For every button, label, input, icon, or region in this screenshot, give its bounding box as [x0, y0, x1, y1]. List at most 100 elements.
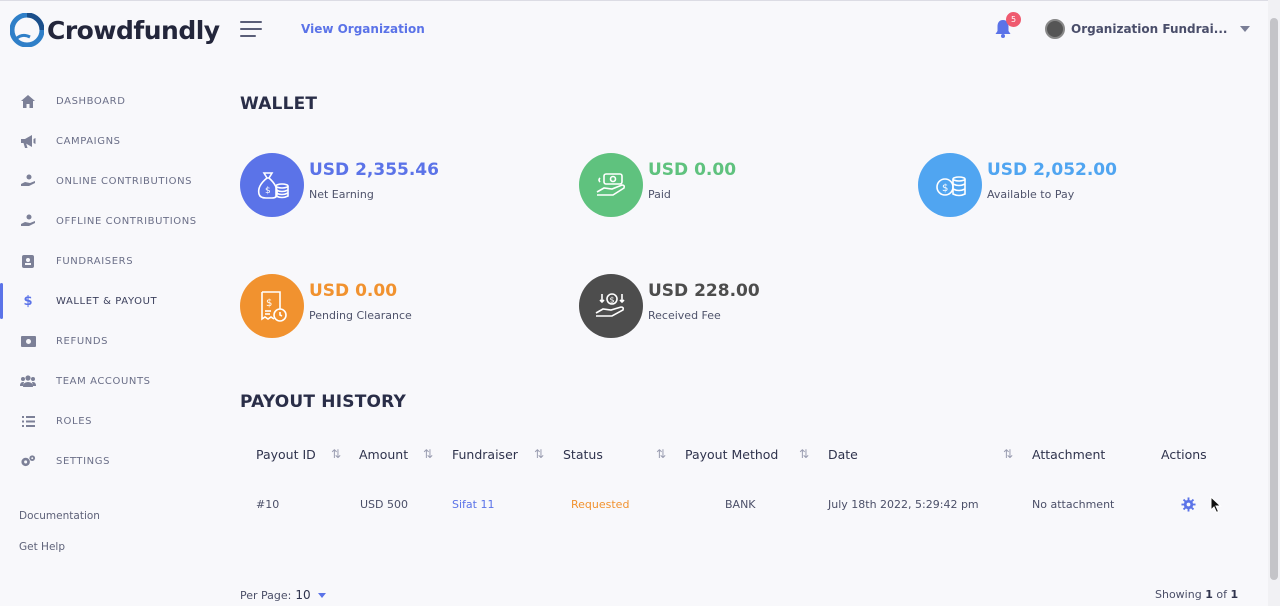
view-organization-link[interactable]: View Organization	[301, 22, 425, 36]
chevron-down-icon	[1240, 26, 1251, 32]
hand-coins-down-icon: $	[579, 274, 643, 338]
svg-text:$: $	[265, 186, 271, 196]
user-menu[interactable]: Organization Fundrai...	[1045, 19, 1251, 39]
cell-amount: USD 500	[360, 498, 408, 511]
sidebar-item-refunds[interactable]: REFUNDS	[0, 321, 222, 361]
sidebar-item-fundraisers[interactable]: FUNDRAISERS	[0, 241, 222, 281]
paid-value: USD 0.00	[648, 159, 737, 180]
svg-text:$: $	[610, 296, 615, 305]
pending-clearance-card: $ USD 0.00 Pending Clearance	[240, 274, 412, 338]
per-page-selector[interactable]: Per Page: 10	[240, 588, 326, 602]
gears-icon	[20, 453, 36, 469]
showing-total: 1	[1230, 588, 1239, 601]
cell-attachment: No attachment	[1032, 498, 1115, 511]
hand-money-icon	[579, 153, 643, 217]
sort-icon[interactable]: ⇅	[799, 447, 809, 461]
net-earning-card: $ USD 2,355.46 Net Earning	[240, 153, 439, 217]
column-header-fundraiser[interactable]: Fundraiser	[452, 447, 518, 462]
per-page-label: Per Page:	[240, 588, 292, 602]
hamburger-line	[240, 21, 262, 23]
per-page-value: 10	[295, 588, 311, 602]
sidebar-item-online-contributions[interactable]: ONLINE CONTRIBUTIONS	[0, 161, 222, 201]
sort-icon[interactable]: ⇅	[423, 447, 433, 461]
home-icon	[20, 93, 36, 109]
wallet-title: WALLET	[240, 94, 318, 114]
cell-fundraiser-link[interactable]: Sifat 11	[452, 498, 494, 511]
hand-coin-icon	[20, 213, 36, 229]
gear-icon[interactable]	[1181, 497, 1196, 512]
page-scrollbar[interactable]	[1268, 0, 1280, 606]
sidebar-item-label: CAMPAIGNS	[56, 135, 121, 147]
column-header-payout-id[interactable]: Payout ID	[256, 447, 316, 462]
cell-payout-method: BANK	[725, 498, 756, 511]
brand-logo[interactable]: Crowdfundly	[10, 13, 220, 47]
column-header-status[interactable]: Status	[563, 447, 603, 462]
mouse-cursor-icon	[1210, 496, 1222, 514]
received-fee-card: $ USD 228.00 Received Fee	[579, 274, 760, 338]
sort-icon[interactable]: ⇅	[1003, 447, 1013, 461]
sort-icon[interactable]: ⇅	[331, 447, 341, 461]
sidebar-item-wallet-payout[interactable]: $ WALLET & PAYOUT	[0, 281, 222, 321]
users-icon	[20, 373, 36, 389]
available-to-pay-label: Available to Pay	[987, 187, 1075, 201]
sidebar-item-label: OFFLINE CONTRIBUTIONS	[56, 215, 197, 227]
top-header: Crowdfundly View Organization 5 Organiza…	[0, 0, 1268, 58]
showing-prefix: Showing	[1155, 588, 1202, 601]
paid-label: Paid	[648, 187, 671, 201]
svg-text:$: $	[942, 183, 948, 194]
column-header-attachment: Attachment	[1032, 447, 1106, 462]
crowdfundly-logo-icon	[10, 13, 44, 47]
sidebar-item-label: ONLINE CONTRIBUTIONS	[56, 175, 193, 187]
svg-text:$: $	[266, 298, 272, 309]
net-earning-value: USD 2,355.46	[309, 159, 439, 180]
column-header-actions: Actions	[1161, 447, 1207, 462]
sidebar-item-label: WALLET & PAYOUT	[56, 295, 158, 307]
column-header-payout-method[interactable]: Payout Method	[685, 447, 778, 462]
sidebar: DASHBOARD CAMPAIGNS ONLINE CONTRIBUTIONS…	[0, 58, 222, 606]
status-badge: Requested	[571, 498, 630, 511]
list-icon	[20, 413, 36, 429]
payout-history-title: PAYOUT HISTORY	[240, 392, 407, 412]
cell-payout-id: #10	[256, 498, 280, 511]
hand-coin-icon	[20, 173, 36, 189]
column-header-amount[interactable]: Amount	[359, 447, 408, 462]
pagination-summary: Showing 1 of 1	[1155, 588, 1238, 601]
sidebar-item-label: ROLES	[56, 415, 93, 427]
id-card-icon	[20, 253, 36, 269]
pending-clearance-value: USD 0.00	[309, 280, 398, 301]
net-earning-label: Net Earning	[309, 187, 374, 201]
showing-of: of	[1216, 588, 1227, 601]
available-to-pay-value: USD 2,052.00	[987, 159, 1117, 180]
sidebar-item-label: SETTINGS	[56, 455, 111, 467]
sidebar-item-label: TEAM ACCOUNTS	[56, 375, 151, 387]
column-header-date[interactable]: Date	[828, 447, 858, 462]
hamburger-line	[240, 28, 262, 30]
sidebar-item-campaigns[interactable]: CAMPAIGNS	[0, 121, 222, 161]
user-name: Organization Fundrai...	[1071, 22, 1228, 36]
hamburger-line	[240, 35, 256, 37]
brand-name: Crowdfundly	[47, 15, 220, 45]
dollar-icon: $	[23, 293, 33, 309]
sidebar-item-roles[interactable]: ROLES	[0, 401, 222, 441]
sort-icon[interactable]: ⇅	[656, 447, 666, 461]
sort-icon[interactable]: ⇅	[534, 447, 544, 461]
paid-card: USD 0.00 Paid	[579, 153, 736, 217]
sidebar-item-dashboard[interactable]: DASHBOARD	[0, 81, 222, 121]
avatar	[1045, 19, 1065, 39]
receipt-clock-icon: $	[240, 274, 304, 338]
sidebar-item-offline-contributions[interactable]: OFFLINE CONTRIBUTIONS	[0, 201, 222, 241]
notification-count-badge: 5	[1006, 12, 1021, 27]
chevron-down-icon	[317, 592, 326, 598]
showing-current: 1	[1205, 588, 1213, 601]
received-fee-label: Received Fee	[648, 308, 721, 322]
received-fee-value: USD 228.00	[648, 280, 760, 301]
pending-clearance-label: Pending Clearance	[309, 308, 412, 322]
scrollbar-thumb[interactable]	[1270, 18, 1278, 580]
get-help-link[interactable]: Get Help	[19, 541, 65, 553]
menu-toggle-button[interactable]	[240, 21, 262, 37]
sidebar-item-settings[interactable]: SETTINGS	[0, 441, 222, 481]
documentation-link[interactable]: Documentation	[19, 510, 100, 522]
megaphone-icon	[20, 133, 36, 149]
cash-icon	[20, 333, 36, 349]
sidebar-item-team-accounts[interactable]: TEAM ACCOUNTS	[0, 361, 222, 401]
